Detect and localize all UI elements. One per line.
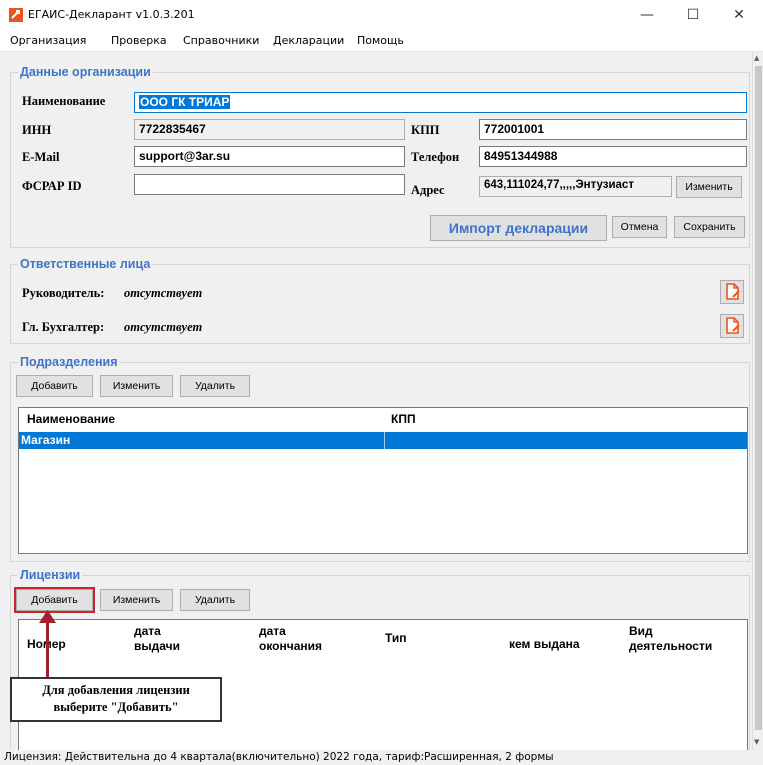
menu-references[interactable]: Справочники bbox=[183, 34, 259, 47]
main-content: Данные организации Наименование ООО ГК Т… bbox=[0, 52, 752, 750]
email-label: E-Mail bbox=[22, 150, 60, 164]
fsrar-input[interactable] bbox=[134, 174, 405, 195]
annotation-arrow bbox=[46, 620, 49, 678]
app-logo-icon bbox=[9, 8, 23, 22]
name-label: Наименование bbox=[22, 94, 106, 108]
menu-bar: Организация Проверка Справочники Деклара… bbox=[0, 30, 763, 52]
email-input[interactable]: support@3ar.su bbox=[134, 146, 405, 167]
menu-declarations[interactable]: Декларации bbox=[273, 34, 344, 47]
kpp-input[interactable]: 772001001 bbox=[479, 119, 747, 140]
window-title: ЕГАИС-Декларант v1.0.3.201 bbox=[28, 8, 195, 21]
org-data-title: Данные организации bbox=[18, 65, 153, 79]
col-header-kpp[interactable]: КПП bbox=[391, 412, 416, 426]
menu-check[interactable]: Проверка bbox=[111, 34, 167, 47]
fsrar-label: ФСРАР ID bbox=[22, 179, 82, 193]
document-edit-icon bbox=[726, 317, 740, 334]
responsible-group bbox=[10, 264, 750, 344]
cancel-button[interactable]: Отмена bbox=[612, 216, 667, 238]
annotation-callout: Для добавления лицензии выберите "Добави… bbox=[10, 677, 222, 722]
divisions-table[interactable]: Наименование КПП Магазин bbox=[18, 407, 748, 554]
inn-input[interactable]: 7722835467 bbox=[134, 119, 405, 140]
title-bar: ЕГАИС-Декларант v1.0.3.201 — ☐ ✕ bbox=[0, 0, 763, 30]
add-division-button[interactable]: Добавить bbox=[16, 375, 93, 397]
head-value: отсутствует bbox=[124, 286, 203, 300]
table-cell-name[interactable]: Магазин bbox=[21, 433, 70, 447]
edit-head-button[interactable] bbox=[720, 280, 744, 304]
kpp-label: КПП bbox=[411, 123, 440, 137]
licenses-title: Лицензии bbox=[18, 568, 83, 582]
col-header-end-date[interactable]: дата окончания bbox=[259, 624, 322, 654]
accountant-value: отсутствует bbox=[124, 320, 203, 334]
change-address-button[interactable]: Изменить bbox=[676, 176, 742, 198]
edit-division-button[interactable]: Изменить bbox=[100, 375, 173, 397]
save-button[interactable]: Сохранить bbox=[674, 216, 745, 238]
menu-organization[interactable]: Организация bbox=[10, 34, 86, 47]
arrow-head-icon bbox=[39, 610, 56, 623]
minimize-button[interactable]: — bbox=[624, 0, 670, 30]
accountant-label: Гл. Бухгалтер: bbox=[22, 320, 105, 334]
inn-label: ИНН bbox=[22, 123, 52, 137]
col-header-issued-by[interactable]: кем выдана bbox=[509, 637, 580, 651]
phone-input[interactable]: 84951344988 bbox=[479, 146, 747, 167]
vertical-scrollbar[interactable]: ▲ ▼ bbox=[752, 52, 763, 750]
close-button[interactable]: ✕ bbox=[716, 0, 762, 30]
col-header-issue-date[interactable]: дата выдачи bbox=[134, 624, 180, 654]
responsible-title: Ответственные лица bbox=[18, 257, 153, 271]
delete-license-button[interactable]: Удалить bbox=[180, 589, 250, 611]
edit-accountant-button[interactable] bbox=[720, 314, 744, 338]
delete-division-button[interactable]: Удалить bbox=[180, 375, 250, 397]
document-edit-icon bbox=[726, 283, 740, 300]
menu-help[interactable]: Помощь bbox=[357, 34, 404, 47]
col-header-name[interactable]: Наименование bbox=[27, 412, 115, 426]
import-declaration-button[interactable]: Импорт декларации bbox=[430, 215, 607, 241]
address-input[interactable]: 643,111024,77,,,,,Энтузиаст bbox=[479, 176, 672, 197]
scroll-thumb[interactable] bbox=[755, 66, 762, 730]
col-header-activity[interactable]: Вид деятельности bbox=[629, 624, 712, 654]
divisions-title: Подразделения bbox=[18, 355, 120, 369]
status-bar: Лицензия: Действительна до 4 квартала(вк… bbox=[0, 750, 763, 765]
maximize-button[interactable]: ☐ bbox=[670, 0, 716, 30]
name-input[interactable]: ООО ГК ТРИАР bbox=[134, 92, 747, 113]
phone-label: Телефон bbox=[411, 150, 460, 164]
col-header-type[interactable]: Тип bbox=[385, 631, 407, 645]
scroll-down-icon[interactable]: ▼ bbox=[754, 738, 759, 746]
edit-license-button[interactable]: Изменить bbox=[100, 589, 173, 611]
scroll-up-icon[interactable]: ▲ bbox=[754, 54, 759, 62]
table-row[interactable] bbox=[19, 432, 747, 449]
address-label: Адрес bbox=[411, 183, 445, 197]
head-label: Руководитель: bbox=[22, 286, 105, 300]
